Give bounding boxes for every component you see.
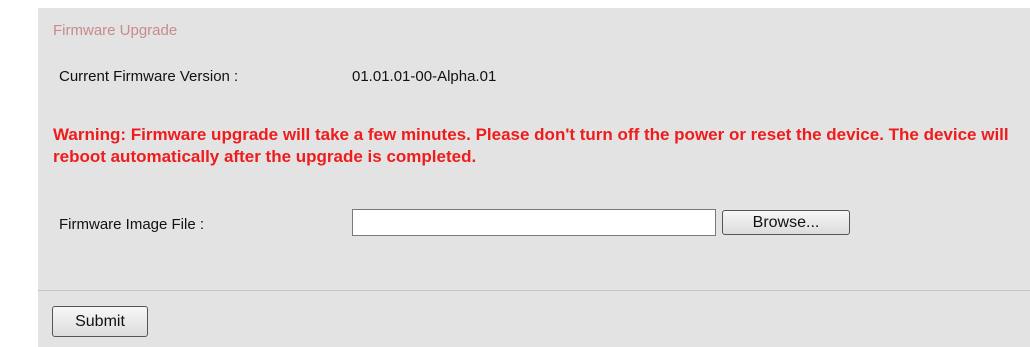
section-title: Firmware Upgrade bbox=[53, 22, 178, 39]
firmware-image-file-input[interactable] bbox=[352, 209, 716, 236]
firmware-image-file-label: Firmware Image File : bbox=[59, 216, 205, 233]
current-firmware-version-value: 01.01.01-00-Alpha.01 bbox=[352, 68, 497, 85]
upgrade-warning-text: Warning: Firmware upgrade will take a fe… bbox=[53, 125, 1009, 166]
submit-button[interactable]: Submit bbox=[52, 306, 148, 337]
current-firmware-version-label: Current Firmware Version : bbox=[59, 68, 239, 85]
browse-button[interactable]: Browse... bbox=[722, 210, 850, 235]
divider bbox=[38, 290, 1030, 291]
firmware-upgrade-panel: Firmware Upgrade Current Firmware Versio… bbox=[38, 8, 1030, 347]
